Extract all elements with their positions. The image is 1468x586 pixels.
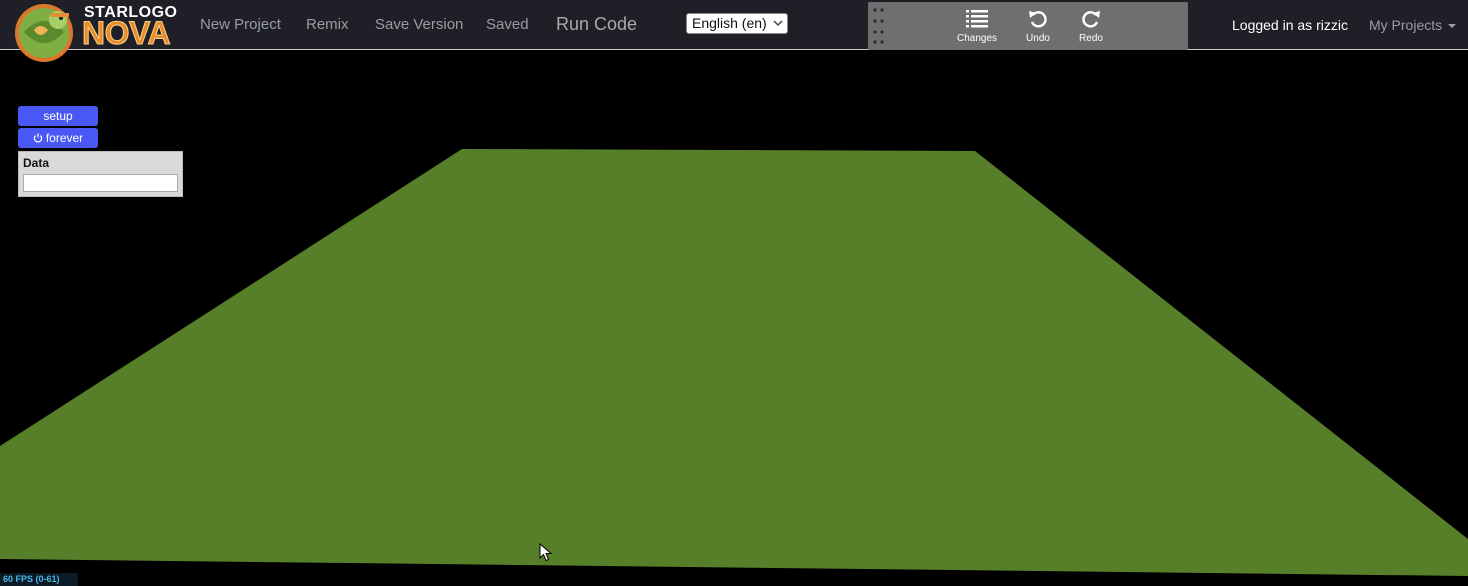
setup-button-label: setup [43, 109, 73, 123]
forever-button[interactable]: forever [18, 128, 98, 148]
3d-world-view[interactable] [0, 51, 1468, 586]
changes-button[interactable]: Changes [947, 9, 1007, 44]
list-icon [966, 10, 988, 28]
history-toolbar: Changes Undo Redo [868, 2, 1188, 50]
fps-counter: 60 FPS (0-61) [0, 573, 78, 586]
data-value-box [23, 174, 178, 192]
turtle-logo-icon [15, 4, 73, 62]
my-projects-menu[interactable]: My Projects [1369, 17, 1457, 33]
changes-label: Changes [956, 33, 998, 44]
redo-icon [1082, 11, 1100, 28]
top-navbar: STARLOGO NOVA New Project Remix Save Ver… [0, 0, 1468, 62]
language-select-value: English (en) [692, 15, 767, 31]
undo-label: Undo [1026, 33, 1050, 44]
new-project-link[interactable]: New Project [200, 16, 281, 33]
power-icon [33, 133, 43, 143]
chevron-down-icon [773, 20, 783, 27]
starlogo-nova-logo[interactable]: STARLOGO NOVA [14, 2, 190, 64]
redo-label: Redo [1079, 33, 1103, 44]
data-widget: Data [18, 151, 183, 197]
drag-handle-icon[interactable] [873, 8, 885, 44]
logo-text-nova: NOVA [81, 15, 171, 52]
setup-button[interactable]: setup [18, 106, 98, 126]
language-select[interactable]: English (en) [686, 13, 788, 34]
saved-status: Saved [486, 16, 529, 33]
caret-down-icon [1448, 24, 1457, 29]
undo-icon [1029, 11, 1047, 28]
save-version-link[interactable]: Save Version [375, 16, 463, 33]
undo-button[interactable]: Undo [1008, 9, 1068, 44]
mouse-cursor-icon [539, 543, 553, 562]
logged-in-user-text: Logged in as rizzic [1232, 17, 1348, 33]
run-code-button[interactable]: Run Code [556, 14, 637, 35]
app-window: STARLOGO NOVA New Project Remix Save Ver… [0, 0, 1468, 586]
redo-button[interactable]: Redo [1061, 9, 1121, 44]
data-widget-title: Data [23, 156, 50, 170]
remix-link[interactable]: Remix [306, 16, 349, 33]
forever-button-label: forever [45, 131, 84, 145]
my-projects-label: My Projects [1369, 17, 1443, 33]
